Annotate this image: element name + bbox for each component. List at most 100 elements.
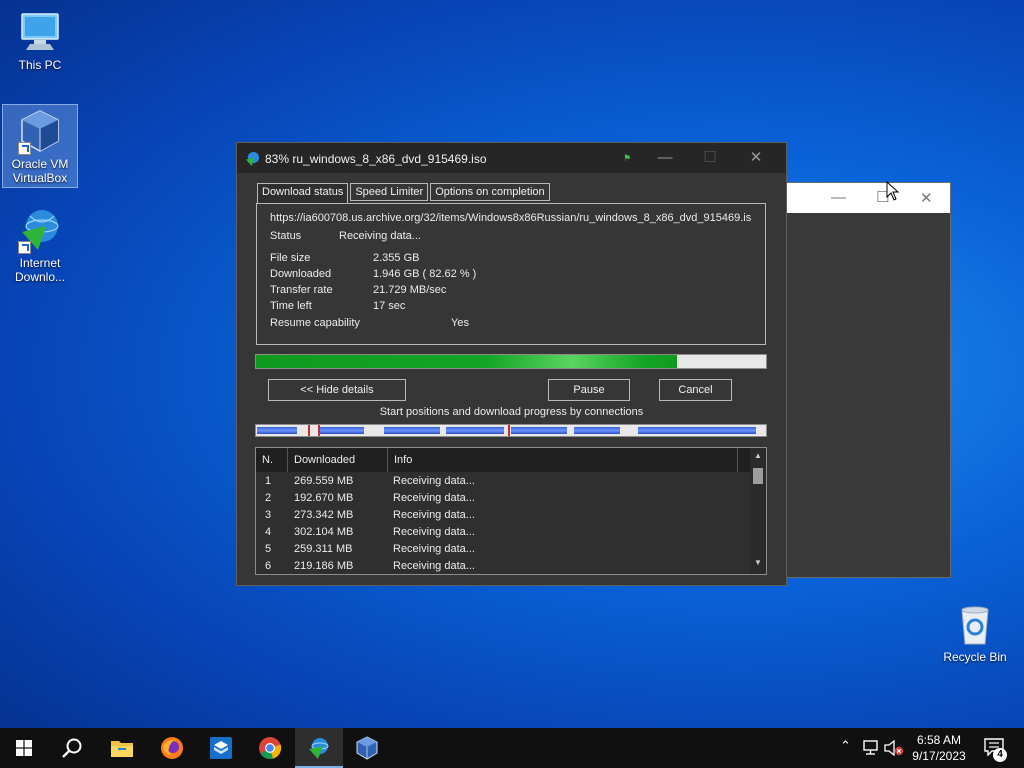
taskbar-sandbox-app[interactable] — [197, 728, 245, 768]
background-window-titlebar[interactable]: — ☐ ✕ — [787, 183, 950, 213]
list-item[interactable]: 4 302.104 MB Receiving data... — [256, 524, 750, 541]
desktop-icon-recycle-bin[interactable]: Recycle Bin — [937, 600, 1013, 670]
desktop-icon-label: Oracle VM VirtualBox — [11, 157, 69, 185]
network-icon[interactable] — [862, 740, 880, 756]
dialog-tabs: Download status Speed Limiter Options on… — [257, 183, 552, 204]
desktop-icon-internet-download-manager[interactable]: Internet Downlo... — [2, 204, 78, 288]
connection-number: 5 — [265, 543, 272, 555]
connection-segment — [384, 427, 440, 434]
column-header-info[interactable]: Info — [388, 448, 738, 472]
connection-number: 4 — [265, 526, 272, 538]
search-icon — [62, 738, 82, 758]
connection-info: Receiving data... — [393, 560, 475, 572]
scroll-down-icon[interactable]: ▼ — [753, 558, 763, 567]
volume-muted-icon[interactable] — [884, 740, 904, 756]
column-header-downloaded[interactable]: Downloaded — [288, 448, 388, 472]
connection-number: 3 — [265, 509, 272, 521]
status-value: Receiving data... — [339, 230, 421, 242]
list-item[interactable]: 1 269.559 MB Receiving data... — [256, 473, 750, 490]
connection-number: 1 — [265, 475, 272, 487]
connection-info: Receiving data... — [393, 543, 475, 555]
mouse-cursor-icon — [886, 181, 900, 201]
connection-downloaded: 269.559 MB — [294, 475, 354, 487]
list-item[interactable]: 2 192.670 MB Receiving data... — [256, 490, 750, 507]
chevron-up-icon[interactable]: ⌃ — [840, 738, 851, 754]
desktop-icon-this-pc[interactable]: This PC — [2, 8, 78, 78]
start-button[interactable] — [0, 728, 48, 768]
connections-list-header: N. Downloaded Info — [256, 448, 752, 472]
desktop-icon-label: This PC — [18, 58, 62, 72]
list-item[interactable]: 6 219.186 MB Receiving data... — [256, 558, 750, 574]
clock-time: 6:58 AM — [916, 733, 962, 747]
taskbar-chrome[interactable] — [246, 728, 294, 768]
search-button[interactable] — [48, 728, 96, 768]
connection-downloaded: 273.342 MB — [294, 509, 354, 521]
connection-segment — [574, 427, 620, 434]
sandbox-icon — [210, 737, 232, 759]
cancel-button[interactable]: Cancel — [659, 379, 732, 401]
idm-globe-icon — [16, 206, 64, 254]
minimize-button[interactable]: — — [647, 147, 683, 169]
dialog-titlebar[interactable]: 83% ru_windows_8_x86_dvd_915469.iso ⚑ — … — [237, 143, 786, 173]
list-scrollbar[interactable]: ▲ ▼ — [750, 448, 766, 574]
tab-download-status[interactable]: Download status — [257, 183, 349, 204]
tab-options-on-completion[interactable]: Options on completion — [430, 183, 550, 201]
connection-marker — [508, 425, 510, 436]
taskbar: ⌃ 6:58 AM 9/17/2023 4 — [0, 728, 1024, 768]
notification-center-button[interactable]: 4 — [978, 728, 1018, 768]
tab-speed-limiter[interactable]: Speed Limiter — [350, 183, 429, 201]
time-left-label: Time left — [270, 300, 312, 312]
connection-downloaded: 302.104 MB — [294, 526, 354, 538]
taskbar-file-explorer[interactable] — [98, 728, 146, 768]
resume-capability-label: Resume capability — [270, 317, 360, 329]
system-tray: ⌃ — [836, 728, 906, 768]
hide-details-button[interactable]: << Hide details — [268, 379, 406, 401]
clock-date: 9/17/2023 — [912, 749, 966, 763]
minimize-icon[interactable]: — — [831, 189, 846, 206]
monitor-icon — [16, 8, 64, 56]
scroll-up-icon[interactable]: ▲ — [753, 451, 763, 460]
taskbar-clock[interactable]: 6:58 AM 9/17/2023 — [904, 732, 974, 764]
scrollbar-thumb[interactable] — [753, 468, 763, 484]
download-url: https://ia600708.us.archive.org/32/items… — [270, 212, 752, 224]
connections-list[interactable]: N. Downloaded Info 1 269.559 MB Receivin… — [255, 447, 767, 575]
maximize-button[interactable]: ☐ — [692, 147, 728, 169]
connection-number: 6 — [265, 560, 272, 572]
transfer-rate-value: 21.729 MB/sec — [373, 284, 447, 296]
connection-info: Receiving data... — [393, 475, 475, 487]
idm-globe-icon — [309, 738, 329, 759]
connection-segment — [446, 427, 504, 434]
close-icon[interactable]: ✕ — [920, 189, 933, 207]
folder-icon — [111, 741, 133, 757]
download-status-panel: https://ia600708.us.archive.org/32/items… — [256, 203, 766, 345]
download-progress-dialog: 83% ru_windows_8_x86_dvd_915469.iso ⚑ — … — [236, 142, 787, 586]
list-item[interactable]: 3 273.342 MB Receiving data... — [256, 507, 750, 524]
virtualbox-icon — [16, 107, 64, 155]
file-size-label: File size — [270, 252, 311, 264]
status-label: Status — [270, 230, 302, 242]
recycle-bin-icon — [951, 600, 999, 648]
column-header-number[interactable]: N. — [256, 448, 288, 472]
connection-info: Receiving data... — [393, 526, 475, 538]
connections-progress-bar — [255, 424, 767, 437]
taskbar-virtualbox[interactable] — [343, 728, 391, 768]
taskbar-firefox[interactable] — [148, 728, 196, 768]
connection-downloaded: 219.186 MB — [294, 560, 354, 572]
desktop-icon-label: Internet Downlo... — [14, 256, 66, 284]
list-item[interactable]: 5 259.311 MB Receiving data... — [256, 541, 750, 558]
connection-marker — [308, 425, 310, 436]
connection-info: Receiving data... — [393, 492, 475, 504]
download-progress-fill — [256, 355, 678, 368]
taskbar-internet-download-manager[interactable] — [295, 728, 343, 768]
connections-progress-label: Start positions and download progress by… — [379, 406, 644, 418]
connection-number: 2 — [265, 492, 272, 504]
connection-segment — [511, 427, 567, 434]
file-size-value: 2.355 GB — [373, 252, 420, 264]
notification-count-badge: 4 — [993, 748, 1007, 762]
connection-downloaded: 259.311 MB — [294, 543, 353, 555]
close-button[interactable]: ✕ — [738, 147, 774, 169]
desktop-icon-virtualbox[interactable]: Oracle VM VirtualBox — [2, 104, 78, 188]
background-window[interactable]: — ☐ ✕ — [786, 182, 951, 578]
shortcut-arrow-icon — [18, 142, 31, 155]
pause-button[interactable]: Pause — [548, 379, 630, 401]
